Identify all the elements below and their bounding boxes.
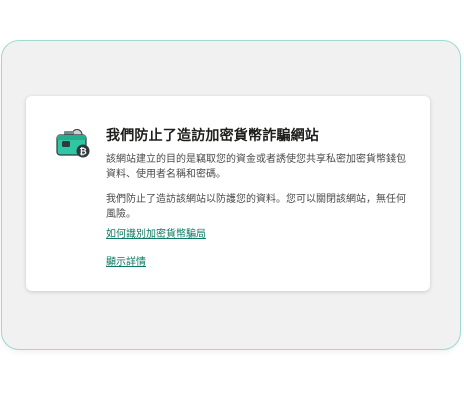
warning-content: 我們防止了造訪加密貨幣詐騙網站 該網站建立的目的是竊取您的資金或者誘使您共享私密… [106, 127, 406, 270]
page-title: 我們防止了造訪加密貨幣詐騙網站 [106, 128, 319, 144]
crypto-wallet-icon: ₿ [56, 129, 92, 159]
learn-scam-link[interactable]: 如何識別加密貨幣騙局 [106, 227, 206, 242]
threat-description: 該網站建立的目的是竊取您的資金或者誘使您共享私密加密貨幣錢包資料、使用者名稱和密… [106, 154, 406, 180]
protection-message: 我們防止了造訪該網站以防護您的資料。您可以關閉該網站，無任何風險。 [106, 194, 406, 220]
show-details-link[interactable]: 顯示詳情 [106, 255, 146, 270]
warning-card: ₿ 我們防止了造訪加密貨幣詐騙網站 該網站建立的目的是竊取您的資金或者誘使您共享… [26, 96, 430, 291]
svg-text:₿: ₿ [79, 147, 86, 158]
